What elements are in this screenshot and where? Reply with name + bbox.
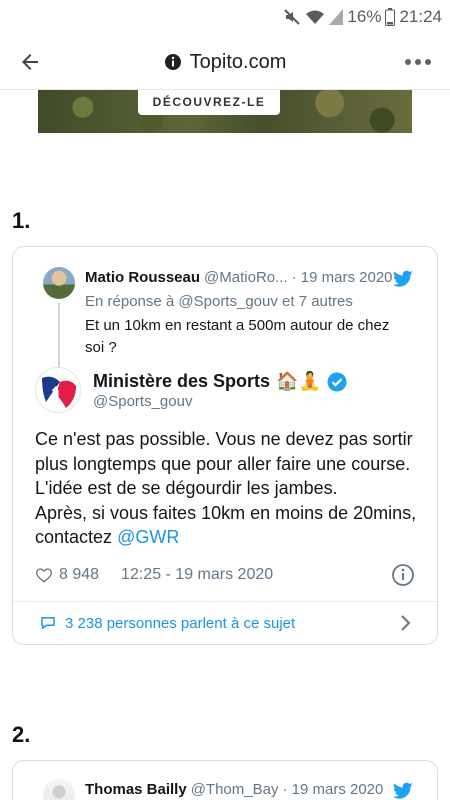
ad-banner-image[interactable]: DÉCOUVREZ-LE	[38, 90, 412, 133]
info-icon[interactable]	[164, 53, 182, 71]
author-line: Ministère des Sports 🏠🧘	[93, 371, 347, 392]
tweet-line: contactez	[35, 527, 113, 547]
embedded-tweet[interactable]: Thomas Bailly @Thom_Bay · 19 mars 2020	[12, 760, 438, 800]
reply-text: Et un 10km en restant a 500m autour de c…	[85, 317, 390, 356]
avatar[interactable]	[43, 267, 75, 299]
divider	[13, 601, 437, 602]
clock: 21:24	[399, 7, 442, 26]
tweet-line: Ce n'est pas possible. Vous ne devez pas…	[35, 429, 413, 449]
twitter-bird-icon[interactable]	[393, 270, 413, 288]
author-handle[interactable]: @Sports_gouv	[93, 393, 192, 410]
avatar[interactable]	[35, 367, 81, 413]
wifi-icon	[305, 9, 325, 25]
url-text[interactable]: Topito.com	[190, 51, 287, 74]
avatar[interactable]	[43, 779, 75, 800]
author-name[interactable]: Matio Rousseau	[85, 269, 200, 286]
status-bar: 16% 21:24	[0, 0, 450, 34]
tweet-date[interactable]: · 19 mars 2020	[282, 781, 383, 798]
discover-button[interactable]: DÉCOUVREZ-LE	[138, 90, 280, 115]
tweet-line-last: contactez @GWR	[35, 525, 425, 550]
author-handle[interactable]: @MatioRo...	[204, 269, 288, 286]
verified-badge-icon	[327, 372, 347, 391]
author-name[interactable]: Ministère des Sports	[93, 371, 270, 392]
tweet-date[interactable]: · 19 mars 2020	[292, 269, 393, 286]
battery-icon	[385, 8, 396, 26]
list-number: 1.	[12, 208, 31, 233]
author-name[interactable]: Thomas Bailly	[85, 781, 187, 798]
list-number: 2.	[12, 722, 31, 747]
info-circle-icon[interactable]	[391, 563, 415, 587]
tweet-text: Ce n'est pas possible. Vous ne devez pas…	[35, 427, 425, 550]
arrow-left-icon	[22, 54, 38, 70]
author-handle[interactable]: @Thom_Bay	[191, 781, 279, 798]
chevron-right-icon	[401, 615, 411, 631]
tweet-line: plus longtemps que pour aller faire une …	[35, 453, 411, 474]
embedded-tweet[interactable]: Matio Rousseau @MatioRo... · 19 mars 202…	[12, 246, 438, 645]
mute-icon	[283, 8, 301, 26]
reply-author-line: Thomas Bailly @Thom_Bay · 19 mars 2020	[85, 781, 383, 798]
more-dots-icon	[405, 59, 431, 65]
like-count[interactable]: 8 948	[59, 566, 99, 584]
mention-link[interactable]: @GWR	[117, 527, 179, 547]
signal-icon	[329, 9, 344, 25]
heart-icon[interactable]	[35, 566, 53, 584]
more-options-button[interactable]	[402, 48, 434, 76]
tweet-header: Ministère des Sports 🏠🧘 @Sports_gouv	[35, 367, 417, 417]
conversation-link[interactable]: 3 238 personnes parlent à ce sujet	[39, 611, 413, 635]
address-bar: Topito.com	[0, 34, 450, 90]
tweet-timestamp[interactable]: 12:25 - 19 mars 2020	[121, 566, 273, 584]
marianne-logo-icon	[42, 376, 76, 408]
tweet-meta: 8 948 12:25 - 19 mars 2020	[35, 563, 415, 587]
conversation-label: 3 238 personnes parlent à ce sujet	[65, 614, 296, 632]
browser-toolbar: Topito.com	[0, 34, 450, 90]
reply-context[interactable]: En réponse à @Sports_gouv et 7 autres	[85, 293, 353, 310]
tweet-line: Après, si vous faites 10km en moins de 2…	[35, 502, 417, 523]
twitter-bird-icon[interactable]	[393, 782, 413, 800]
battery-percent: 16%	[347, 7, 382, 26]
back-button[interactable]	[16, 48, 44, 76]
emoji-icons: 🏠🧘	[276, 371, 321, 391]
tweet-line: L'idée est de se dégourdir les jambes.	[35, 478, 338, 498]
speech-bubble-icon	[41, 617, 55, 629]
reply-author-line: Matio Rousseau @MatioRo... · 19 mars 202…	[85, 269, 393, 286]
